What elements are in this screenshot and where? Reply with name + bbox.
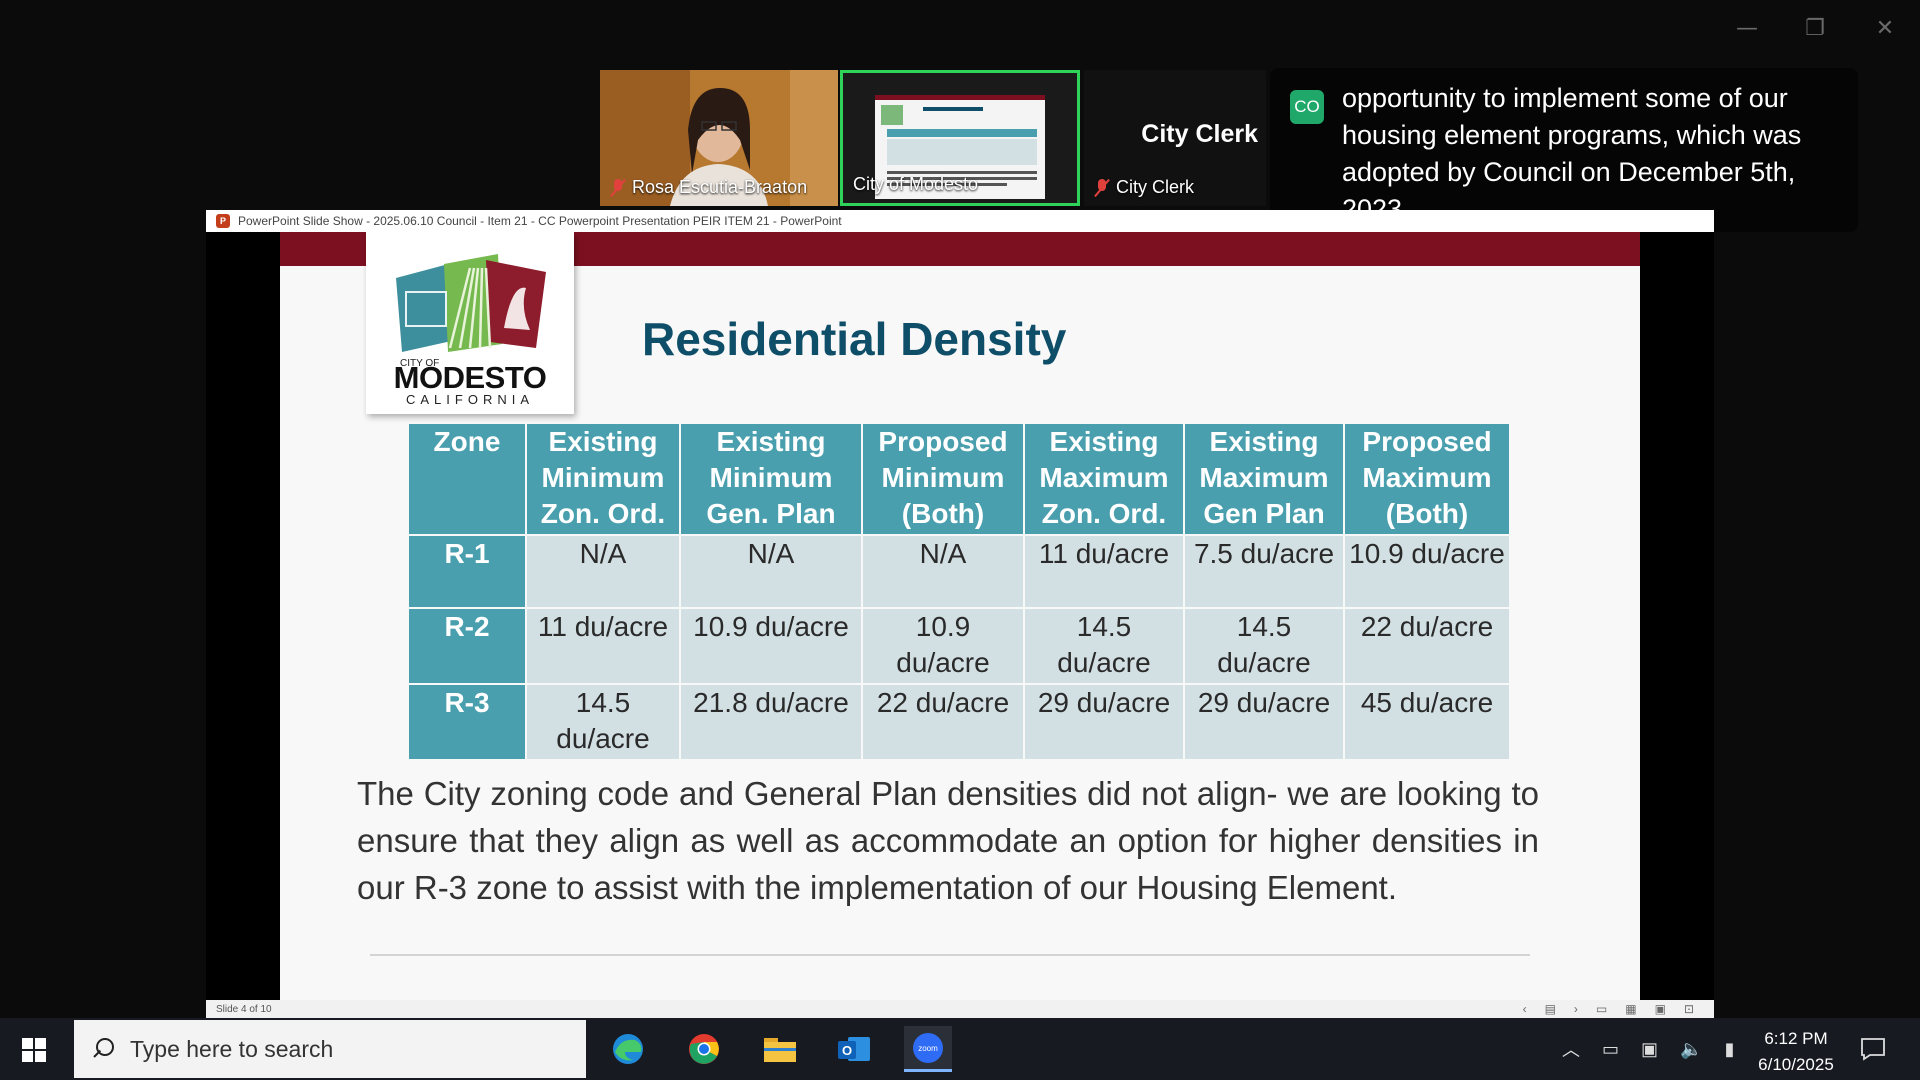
show-hidden-icons-icon[interactable]: ︿ — [1562, 1036, 1580, 1062]
table-cell: N/A — [681, 536, 861, 607]
logo-state: CALIFORNIA — [405, 392, 534, 407]
table-cell: 7.5 du/acre — [1185, 536, 1343, 607]
participant-name: City Clerk — [1094, 177, 1194, 198]
caption-text: opportunity to implement some of our hou… — [1342, 83, 1802, 224]
windows-start-icon[interactable] — [22, 1038, 46, 1062]
taskbar-clock[interactable]: 6:12 PM 6/10/2025 — [1736, 1026, 1856, 1078]
muted-mic-icon — [610, 178, 626, 198]
powerpoint-icon: P — [216, 214, 230, 228]
modesto-seal-icon — [396, 254, 546, 352]
participant-display-name: City Clerk — [1141, 120, 1258, 148]
table-cell: 14.5 du/acre — [527, 685, 679, 759]
zoom-window: — ❐ ✕ Rosa Escutia-Braaton City of Modes… — [0, 0, 1920, 1080]
slide-title: Residential Density — [642, 313, 1067, 365]
clock-time: 6:12 PM — [1764, 1029, 1828, 1048]
table-cell: N/A — [863, 536, 1023, 607]
table-cell: 11 du/acre — [527, 609, 679, 683]
table-cell: 29 du/acre — [1025, 685, 1183, 759]
participant-name: City of Modesto — [853, 174, 979, 194]
table-cell: 22 du/acre — [1345, 609, 1509, 683]
edge-icon[interactable] — [604, 1026, 652, 1072]
reading-view-icon[interactable]: ▣ — [1655, 1002, 1666, 1016]
battery-icon[interactable]: ▭ — [1602, 1039, 1619, 1060]
participant-tile-city-clerk[interactable]: City Clerk City Clerk — [1084, 70, 1266, 206]
table-header-row: Zone Existing Minimum Zon. Ord. Existing… — [409, 424, 1509, 534]
slide: CITY OF MODESTO CALIFORNIA Residential D… — [280, 232, 1640, 1000]
header-zone: Zone — [409, 424, 525, 534]
header-existing-min-gen-plan: Existing Minimum Gen. Plan — [681, 424, 861, 534]
table-cell: 11 du/acre — [1025, 536, 1183, 607]
table-cell: 14.5 du/acre — [1025, 609, 1183, 683]
volume-icon[interactable]: 🔈 — [1680, 1039, 1702, 1060]
zoom-icon[interactable]: zoom — [904, 1026, 952, 1072]
table-cell: 10.9 du/acre — [863, 609, 1023, 683]
slide-menu-icon[interactable]: ▤ — [1545, 1002, 1556, 1016]
slideshow-controls: ‹ ▤ › ▭ ▦ ▣ ⊡ — [1523, 1002, 1714, 1016]
slideshow-view-icon[interactable]: ⊡ — [1684, 1002, 1694, 1016]
next-slide-icon[interactable]: › — [1574, 1002, 1578, 1016]
header-existing-max-zon-ord: Existing Maximum Zon. Ord. — [1025, 424, 1183, 534]
taskbar-search[interactable]: Type here to search — [74, 1020, 586, 1078]
clock-date: 6/10/2025 — [1758, 1055, 1834, 1074]
windows-taskbar: Type here to search O zoom ︿ ▭ ▣ 🔈 ▮ 6:1… — [0, 1018, 1920, 1080]
zone-cell: R-1 — [409, 536, 525, 607]
table-cell: 10.9 du/acre — [1345, 536, 1509, 607]
participant-tile-city-of-modesto[interactable]: City of Modesto — [840, 70, 1080, 206]
slide-divider — [370, 954, 1530, 956]
slide-counter: Slide 4 of 10 — [216, 1003, 272, 1015]
participant-name: Rosa Escutia-Braaton — [610, 177, 807, 198]
svg-text:zoom: zoom — [918, 1044, 938, 1053]
file-explorer-icon[interactable] — [756, 1026, 804, 1072]
modesto-logo: CITY OF MODESTO CALIFORNIA — [366, 232, 574, 414]
header-existing-max-gen-plan: Existing Maximum Gen Plan — [1185, 424, 1343, 534]
table-cell: 45 du/acre — [1345, 685, 1509, 759]
speaker-avatar: CO — [1290, 90, 1324, 124]
participant-tile-rosa[interactable]: Rosa Escutia-Braaton — [600, 70, 838, 206]
search-placeholder: Type here to search — [130, 1035, 334, 1062]
restore-button[interactable]: ❐ — [1800, 14, 1830, 44]
slide-body-text: The City zoning code and General Plan de… — [357, 775, 1539, 906]
table-row: R-3 14.5 du/acre 21.8 du/acre 22 du/acre… — [409, 685, 1509, 759]
minimize-button[interactable]: — — [1732, 14, 1762, 44]
microphone-icon[interactable]: ▮ — [1724, 1039, 1734, 1060]
chrome-icon[interactable] — [680, 1026, 728, 1072]
table-cell: 29 du/acre — [1185, 685, 1343, 759]
table-cell: 21.8 du/acre — [681, 685, 861, 759]
powerpoint-title-bar: P PowerPoint Slide Show - 2025.06.10 Cou… — [206, 210, 1714, 232]
table-row: R-2 11 du/acre 10.9 du/acre 10.9 du/acre… — [409, 609, 1509, 683]
network-icon[interactable]: ▣ — [1641, 1039, 1658, 1060]
previous-slide-icon[interactable]: ‹ — [1523, 1002, 1527, 1016]
system-tray: ︿ ▭ ▣ 🔈 ▮ — [1562, 1018, 1734, 1080]
table-cell: 22 du/acre — [863, 685, 1023, 759]
table-cell: 14.5 du/acre — [1185, 609, 1343, 683]
header-proposed-min: Proposed Minimum (Both) — [863, 424, 1023, 534]
powerpoint-window-title: PowerPoint Slide Show - 2025.06.10 Counc… — [238, 214, 842, 228]
header-proposed-max: Proposed Maximum (Both) — [1345, 424, 1509, 534]
residential-density-table: Zone Existing Minimum Zon. Ord. Existing… — [407, 422, 1511, 761]
table-row: R-1 N/A N/A N/A 11 du/acre 7.5 du/acre 1… — [409, 536, 1509, 607]
table-cell: N/A — [527, 536, 679, 607]
table-cell: 10.9 du/acre — [681, 609, 861, 683]
logo-wordmark: MODESTO — [393, 360, 547, 395]
header-existing-min-zon-ord: Existing Minimum Zon. Ord. — [527, 424, 679, 534]
zone-cell: R-3 — [409, 685, 525, 759]
search-icon — [92, 1038, 114, 1060]
svg-text:O: O — [842, 1043, 852, 1058]
closed-caption-box: CO opportunity to implement some of our … — [1270, 68, 1858, 232]
outlook-icon[interactable]: O — [830, 1026, 878, 1072]
powerpoint-status-bar: Slide 4 of 10 ‹ ▤ › ▭ ▦ ▣ ⊡ — [206, 1000, 1714, 1018]
normal-view-icon[interactable]: ▭ — [1596, 1002, 1607, 1016]
zone-cell: R-2 — [409, 609, 525, 683]
close-button[interactable]: ✕ — [1870, 14, 1900, 44]
muted-mic-icon — [1094, 178, 1110, 198]
slide-sorter-icon[interactable]: ▦ — [1625, 1002, 1636, 1016]
notification-center-icon[interactable] — [1860, 1018, 1886, 1080]
